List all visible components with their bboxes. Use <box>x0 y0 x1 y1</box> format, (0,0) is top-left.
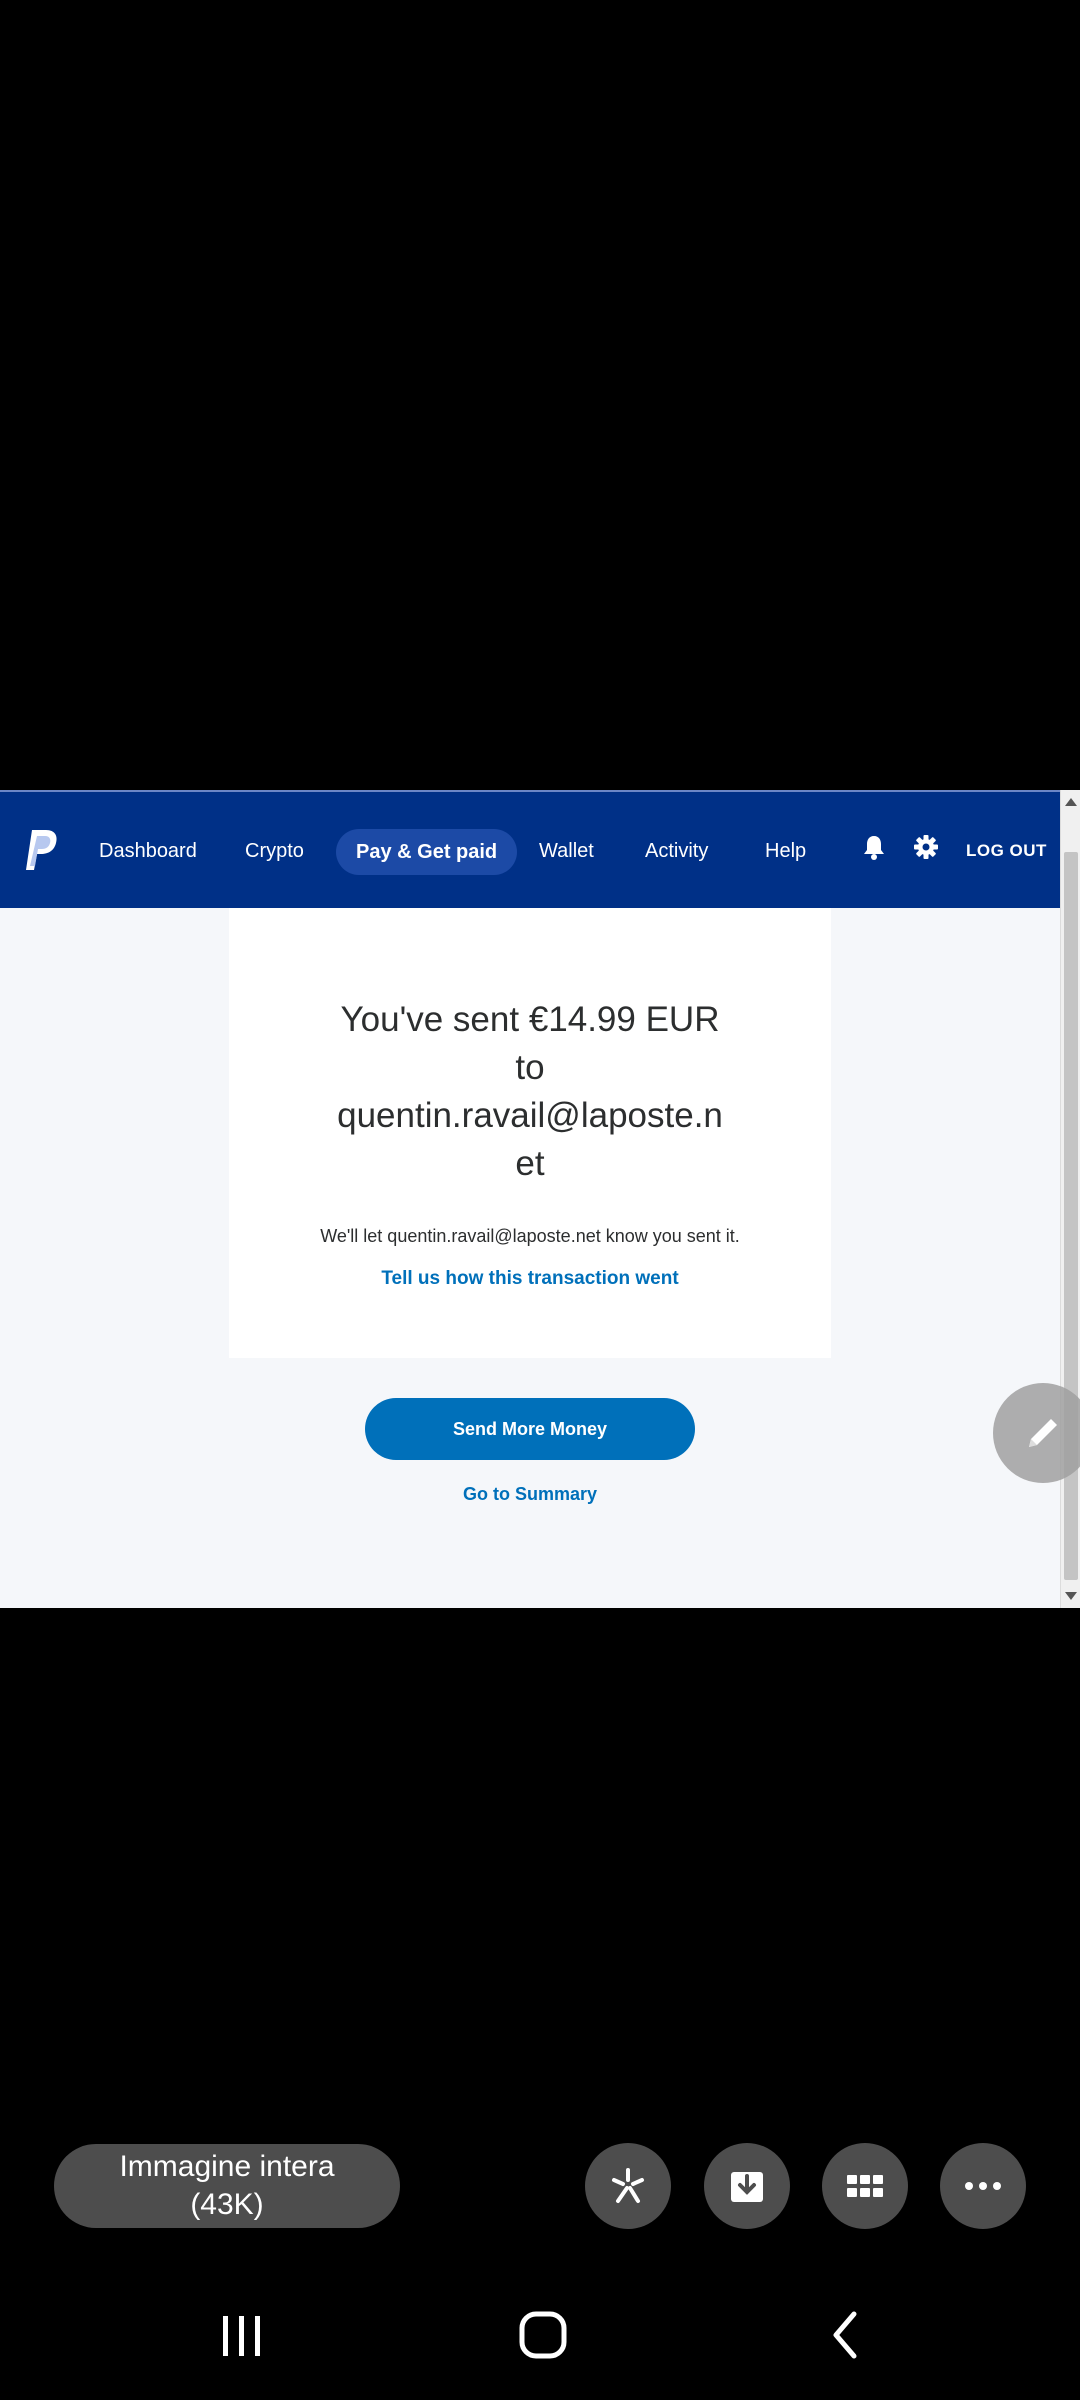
home-icon[interactable] <box>503 2300 583 2370</box>
nav-wallet[interactable]: Wallet <box>539 792 594 910</box>
grid-button[interactable] <box>822 2143 908 2229</box>
more-button[interactable] <box>940 2143 1026 2229</box>
sparkle-button[interactable] <box>585 2143 671 2229</box>
paypal-page: Dashboard Crypto Pay & Get paid Wallet A… <box>0 790 1080 1608</box>
headline-line: et <box>515 1144 545 1183</box>
scroll-up-arrow-icon[interactable] <box>1065 798 1077 806</box>
grid-icon <box>847 2175 883 2197</box>
feedback-link[interactable]: Tell us how this transaction went <box>229 1268 831 1290</box>
nav-help[interactable]: Help <box>765 792 806 910</box>
nav-dashboard[interactable]: Dashboard <box>99 792 197 910</box>
top-navbar: Dashboard Crypto Pay & Get paid Wallet A… <box>0 790 1060 908</box>
confirmation-card: You've sent €14.99 EUR to quentin.ravail… <box>229 908 831 1358</box>
nav-pay-get-paid[interactable]: Pay & Get paid <box>336 829 518 875</box>
recent-apps-icon[interactable] <box>201 2300 281 2370</box>
bell-icon[interactable] <box>859 832 889 862</box>
image-size-pill[interactable]: Immagine intera (43K) <box>54 2144 400 2228</box>
scroll-down-arrow-icon[interactable] <box>1065 1592 1077 1600</box>
gear-icon[interactable] <box>911 832 941 862</box>
go-to-summary-link[interactable]: Go to Summary <box>365 1484 695 1505</box>
headline-line: to <box>515 1048 545 1087</box>
sparkle-icon <box>612 2168 644 2203</box>
confirmation-headline: You've sent €14.99 EUR to quentin.ravail… <box>229 996 831 1188</box>
screen: Dashboard Crypto Pay & Get paid Wallet A… <box>0 0 1080 2400</box>
download-icon <box>731 2172 763 2202</box>
pill-title: Immagine intera <box>119 2150 335 2183</box>
back-icon[interactable] <box>806 2300 886 2370</box>
download-button[interactable] <box>704 2143 790 2229</box>
paypal-logo[interactable] <box>24 828 60 872</box>
headline-line: quentin.ravail@laposte.n <box>337 1096 723 1135</box>
nav-activity[interactable]: Activity <box>645 792 708 910</box>
recipient-notice: We'll let quentin.ravail@laposte.net kno… <box>320 1226 740 1246</box>
logout-button[interactable]: LOG OUT <box>966 792 1047 910</box>
headline-line: You've sent €14.99 EUR <box>340 1000 720 1039</box>
send-more-money-button[interactable]: Send More Money <box>365 1398 695 1460</box>
nav-crypto[interactable]: Crypto <box>245 792 304 910</box>
more-icon <box>965 2182 1001 2190</box>
scrollbar[interactable] <box>1060 790 1080 1608</box>
pencil-icon <box>1029 1419 1057 1447</box>
pill-size: (43K) <box>190 2188 264 2221</box>
